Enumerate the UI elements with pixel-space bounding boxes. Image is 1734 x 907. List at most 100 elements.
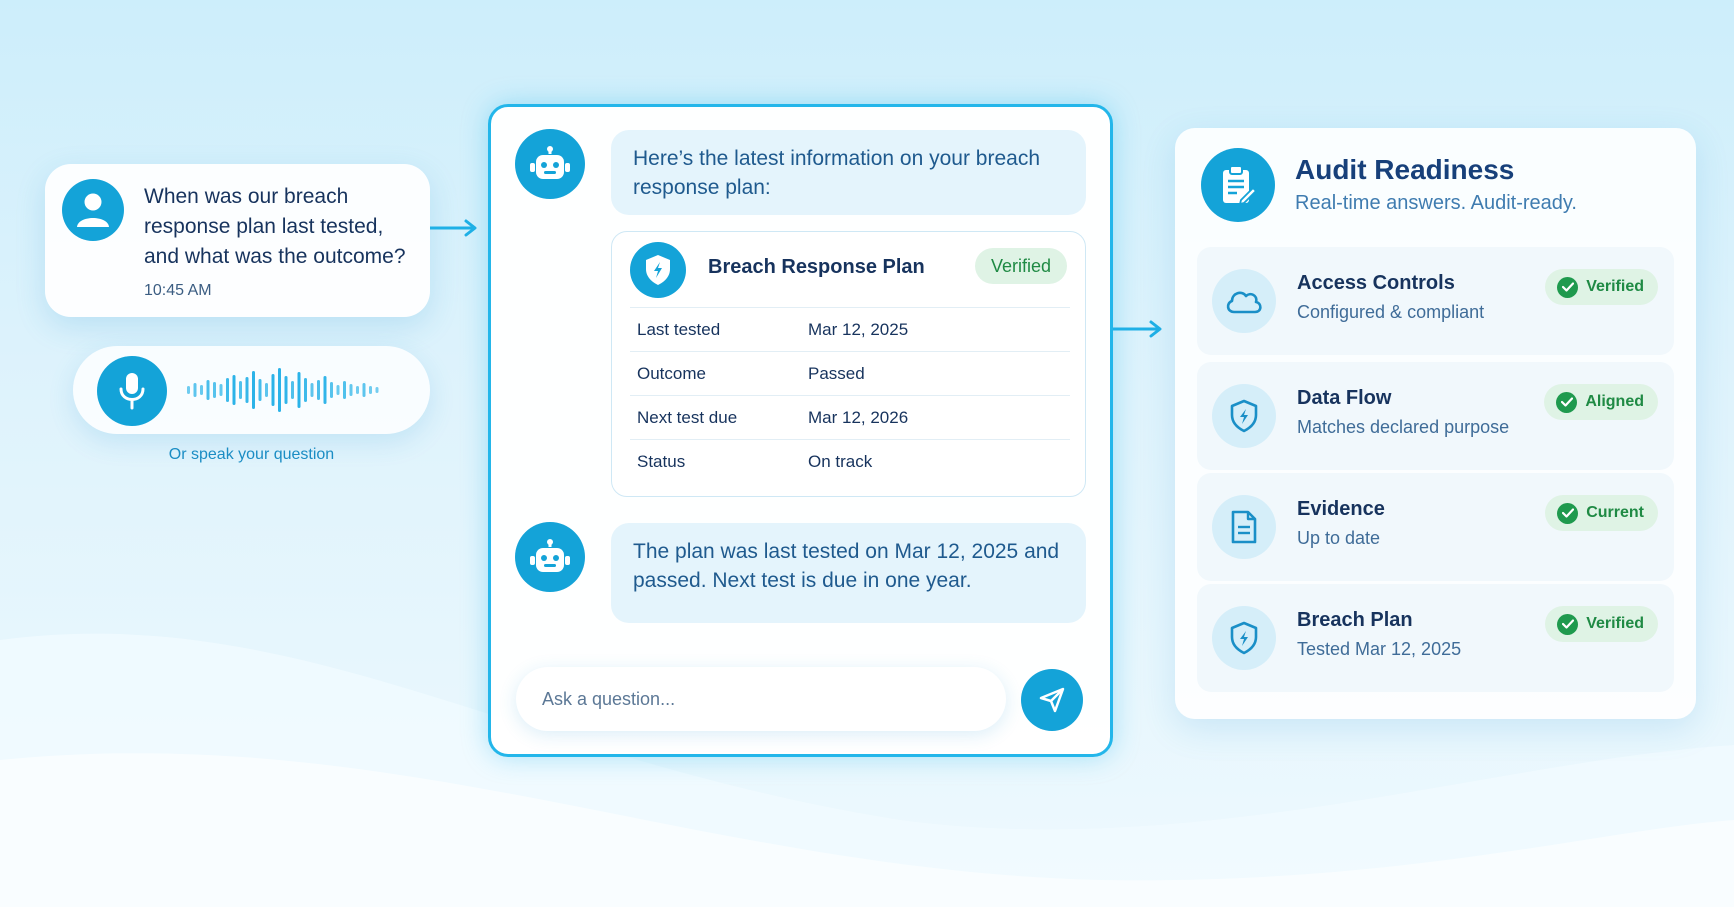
bot-avatar [515,129,585,199]
waveform-bar [226,378,229,402]
arrow-right-icon [1113,320,1162,338]
question-input[interactable]: Ask a question... [516,667,1006,731]
row-value: Mar 12, 2025 [808,319,909,339]
shield-icon [1212,384,1276,448]
shield-icon [630,242,686,298]
waveform-bar [258,379,262,401]
status-badge: Aligned [1544,384,1658,420]
robot-icon [530,146,570,179]
waveform-bar [206,380,210,400]
waveform-bar [232,375,236,405]
waveform-bar [187,386,190,394]
waveform-bar [304,378,307,402]
check-icon [1557,613,1579,635]
waveform-bar [200,385,203,395]
waveform-bar [193,383,197,397]
waveform-bar [265,383,268,397]
cloud-icon [1212,269,1276,333]
table-row: Outcome Passed [630,351,1070,395]
waveform-bar [297,372,301,408]
clipboard-icon [1201,148,1275,222]
waveform-bar [239,381,242,399]
row-label: Last tested [637,319,721,339]
waveform-bar [336,385,340,395]
audio-waveform [187,368,379,412]
row-label: Next test due [637,407,738,427]
user-question-text: When was our breach response plan last t… [144,185,406,268]
waveform-bar [291,381,294,399]
waveform-bar [349,384,353,396]
audit-item-access-controls[interactable]: Access Controls Configured & compliant V… [1197,247,1674,355]
waveform-bar [271,374,275,406]
voice-input[interactable] [73,346,430,434]
audit-item-breach-plan[interactable]: Breach Plan Tested Mar 12, 2025 Verified [1197,584,1674,692]
arrow-right-icon [430,219,477,237]
status-label: Aligned [1585,393,1644,410]
bot-avatar [515,522,585,592]
chat-window: Here’s the latest information on your br… [488,104,1113,757]
waveform-bar [213,382,216,398]
status-badge: Verified [1545,606,1658,642]
item-title: Data Flow [1297,387,1392,409]
table-row: Next test due Mar 12, 2026 [630,395,1070,439]
status-label: Verified [1586,615,1644,632]
item-title: Evidence [1297,498,1385,520]
shield-icon [1212,606,1276,670]
audit-item-data-flow[interactable]: Data Flow Matches declared purpose Align… [1197,362,1674,470]
microphone-icon [119,373,145,410]
bot-message-answer: The plan was last tested on Mar 12, 2025… [611,523,1086,623]
voice-caption: Or speak your question [168,446,335,463]
status-badge: Current [1545,495,1658,531]
verified-badge: Verified [974,248,1067,284]
waveform-bar [252,371,255,409]
audit-item-evidence[interactable]: Evidence Up to date Current [1197,473,1674,581]
audit-readiness-panel: Audit Readiness Real-time answers. Audit… [1175,128,1696,719]
waveform-bar [310,383,314,397]
panel-subtitle: Real-time answers. Audit-ready. [1295,192,1577,214]
user-question-card: When was our breach response plan last t… [45,164,430,317]
item-title: Breach Plan [1297,609,1413,631]
plan-details-table: Last tested Mar 12, 2025 Outcome Passed … [630,307,1070,483]
waveform-bar [330,382,333,398]
microphone-button[interactable] [97,356,167,426]
robot-icon [530,539,570,572]
waveform-bar [317,380,320,400]
bot-message-intro: Here’s the latest information on your br… [611,130,1086,215]
table-row: Last tested Mar 12, 2025 [630,307,1070,351]
row-value: Mar 12, 2026 [808,407,909,427]
waveform-bar [343,381,346,399]
waveform-bar [278,368,281,412]
row-value: On track [808,451,873,471]
table-row: Status On track [630,439,1070,483]
status-badge: Verified [1545,269,1658,305]
waveform-bar [375,387,379,393]
waveform-bar [284,376,288,404]
check-icon [1556,391,1578,413]
row-label: Outcome [637,363,706,383]
document-icon [1212,495,1276,559]
check-icon [1557,502,1579,524]
status-label: Current [1586,504,1644,521]
send-button[interactable] [1021,669,1083,731]
waveform-bar [219,384,223,396]
waveform-bar [362,383,366,397]
item-subtitle: Up to date [1297,528,1381,548]
row-value: Passed [808,363,865,383]
plan-title: Breach Response Plan [708,256,925,278]
item-subtitle: Matches declared purpose [1297,417,1510,437]
row-label: Status [637,451,686,471]
panel-title: Audit Readiness [1295,154,1515,185]
item-subtitle: Configured & compliant [1297,302,1485,322]
user-icon [77,193,109,227]
waveform-bar [356,386,359,394]
item-title: Access Controls [1297,272,1455,294]
message-timestamp: 10:45 AM [144,282,212,299]
waveform-bar [245,377,249,403]
check-icon [1557,276,1579,298]
item-subtitle: Tested Mar 12, 2025 [1297,639,1462,659]
waveform-bar [369,386,372,394]
waveform-bar [323,376,327,404]
send-icon [1039,687,1065,713]
breach-plan-card: Breach Response Plan Verified Last teste… [611,231,1086,497]
status-label: Verified [1586,278,1644,295]
